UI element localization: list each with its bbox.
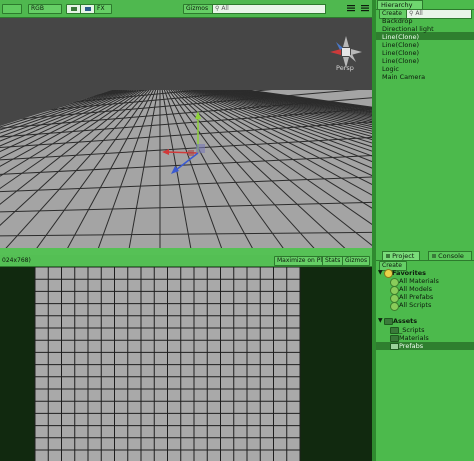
console-tab-label: Console [438,252,464,260]
favorites-label[interactable]: Favorites [392,269,426,277]
hierarchy-item[interactable]: Line(Clone) [382,57,419,65]
resolution-dropdown[interactable]: 024x768) [2,256,31,265]
hierarchy-item-selected[interactable]: Line(Clone) [382,33,419,41]
render-mode-label: RGB [31,5,44,12]
game-viewport [34,267,301,461]
folder-icon [390,343,399,350]
search-icon: ⚲ [215,5,220,12]
project-tab-label: Project [392,252,415,260]
grid-line [0,90,372,93]
folder-icon [384,318,393,325]
assets-item[interactable]: _Scripts [399,326,425,334]
view-splitter[interactable] [0,248,372,255]
scene-options-icon[interactable] [346,3,356,13]
hierarchy-item[interactable]: Line(Clone) [382,49,419,57]
move-gizmo[interactable] [158,108,208,198]
tab-hierarchy[interactable]: Hierarchy [377,0,423,9]
hierarchy-tab-label: Hierarchy [381,1,413,9]
game-gizmos-label: Gizmos [345,257,368,264]
game-gizmos-dropdown[interactable]: Gizmos [342,256,371,266]
gizmos-dropdown[interactable]: Gizmos [183,4,215,14]
sun-icon [71,7,77,11]
favorites-item[interactable]: All Prefabs [399,293,433,301]
scene-draw-mode-dropdown[interactable] [2,4,22,14]
scene-search-placeholder: All [221,5,229,12]
scene-toolbar: RGB FX Gizmos ⚲ All [0,0,372,18]
game-toolbar: 024x768) Maximize on Play Stats Gizmos [0,255,372,267]
hierarchy-create-label: Create [382,10,402,17]
hierarchy-search-input[interactable]: ⚲ All [406,9,472,19]
persp-label: Persp [336,64,354,72]
hierarchy-item[interactable]: Main Camera [382,73,425,81]
game-view[interactable] [0,267,372,461]
favorites-item[interactable]: All Materials [399,277,439,285]
stats-label: Stats [325,257,341,264]
grid-line [0,90,372,95]
assets-item-selected[interactable]: Prefabs [399,342,423,350]
hierarchy-search-placeholder: All [415,10,423,17]
assets-arrow-icon[interactable]: ▼ [378,317,383,325]
console-tab-icon [432,254,436,258]
folder-icon [390,335,399,342]
render-mode-dropdown[interactable]: RGB [28,4,62,14]
fx-label: FX [97,5,105,12]
tab-project[interactable]: Project [382,251,420,260]
project-create-label: Create [382,262,402,269]
panel-menu-icon[interactable] [360,3,370,13]
gizmos-label: Gizmos [186,5,209,12]
favorites-arrow-icon[interactable]: ▼ [378,269,383,277]
scene-search-input[interactable]: ⚲ All [212,4,326,14]
scene-fx-toggle[interactable]: FX [94,4,112,14]
folder-icon [390,327,399,334]
tab-console[interactable]: Console [428,251,472,260]
assets-item[interactable]: Materials [399,334,429,342]
hierarchy-item[interactable]: Directional light [382,25,434,33]
favorites-item[interactable]: All Scripts [399,301,431,309]
search-filter-icon [390,302,399,311]
game-grid-lines [34,267,301,461]
favorites-item[interactable]: All Models [399,285,432,293]
image-icon [85,7,91,11]
assets-label[interactable]: Assets [393,317,417,325]
hierarchy-item[interactable]: Logic [382,65,399,73]
hierarchy-item[interactable]: Line(Clone) [382,41,419,49]
hierarchy-item[interactable]: Backdrop [382,17,413,25]
stats-toggle[interactable]: Stats [322,256,344,266]
scene-view[interactable]: Persp [0,18,372,248]
hierarchy-search-icon: ⚲ [409,10,414,17]
project-tab-icon [386,254,390,258]
